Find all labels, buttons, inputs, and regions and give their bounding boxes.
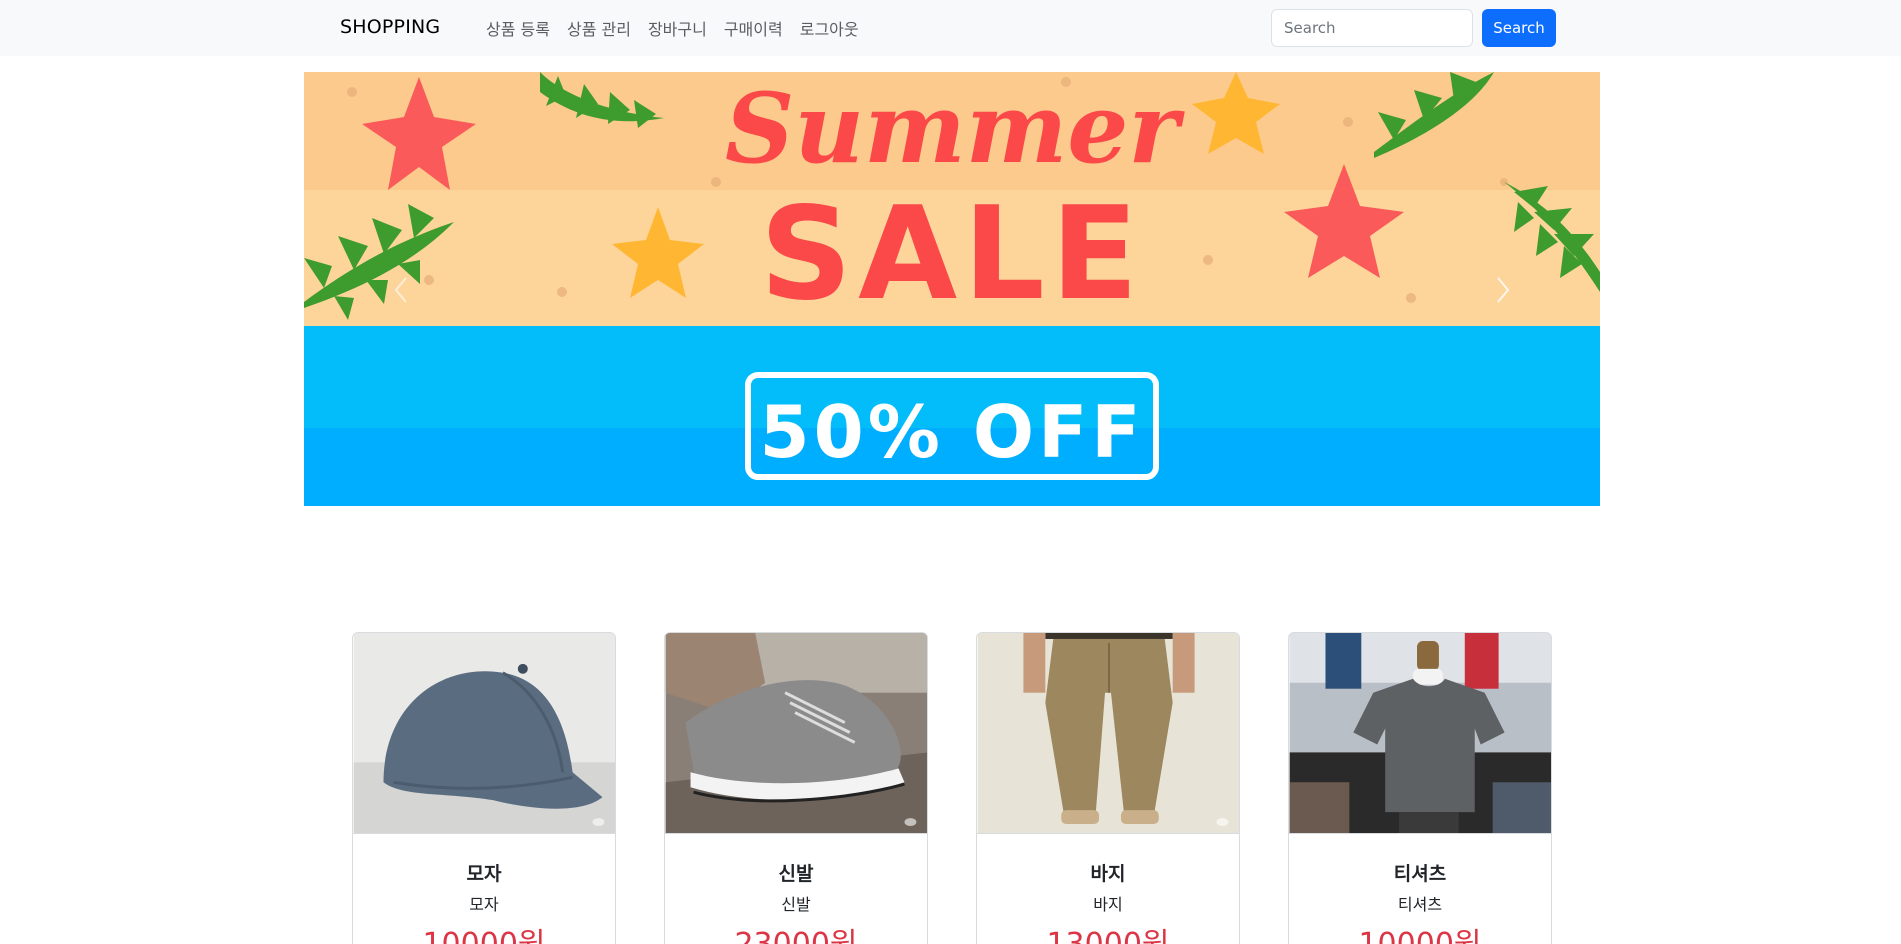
product-title: 티셔츠 [1393, 863, 1447, 885]
nav-link-logout[interactable]: 로그아웃 [800, 16, 859, 40]
nav-link-product-manage[interactable]: 상품 관리 [567, 16, 631, 40]
product-description: 티셔츠 [1397, 895, 1443, 914]
tshirt-image [1289, 633, 1551, 834]
product-card-shoes[interactable]: 신발 신발 23000원 [664, 632, 928, 944]
product-price: 23000원 [665, 919, 927, 944]
product-description: 바지 [1093, 895, 1123, 914]
product-title: 바지 [1090, 863, 1126, 885]
product-card-tshirt[interactable]: 티셔츠 티셔츠 10000원 [1288, 632, 1552, 944]
banner-image: Summer SALE 50% OFF [304, 72, 1600, 506]
nav-links: 상품 등록 상품 관리 장바구니 구매이력 로그아웃 [486, 16, 876, 40]
product-card-pants[interactable]: 바지 바지 13000원 [976, 632, 1240, 944]
carousel-prev-icon[interactable] [386, 270, 416, 310]
product-card-cap[interactable]: 모자 모자 10000원 [352, 632, 616, 944]
product-description: 모자 [469, 895, 499, 914]
summer-sale-banner: Summer SALE 50% OFF [304, 72, 1600, 506]
banner-sale-text: SALE [760, 180, 1144, 329]
pants-image [977, 633, 1239, 834]
banner-discount-text: 50% OFF [760, 390, 1145, 474]
nav-link-purchase-history[interactable]: 구매이력 [724, 16, 783, 40]
search-button[interactable]: Search [1482, 9, 1556, 47]
product-price: 10000원 [353, 919, 615, 944]
search-input[interactable] [1271, 9, 1473, 47]
shoes-image [665, 633, 927, 834]
product-title: 모자 [466, 863, 502, 885]
nav-link-product-register[interactable]: 상품 등록 [486, 16, 550, 40]
product-description: 신발 [781, 895, 811, 914]
nav-link-cart[interactable]: 장바구니 [648, 16, 707, 40]
banner-summer-text: Summer [725, 72, 1185, 185]
product-title: 신발 [778, 863, 814, 885]
product-price: 13000원 [977, 919, 1239, 944]
carousel-next-icon[interactable] [1488, 270, 1518, 310]
top-navbar: SHOPPING 상품 등록 상품 관리 장바구니 구매이력 로그아웃 Sear… [0, 0, 1901, 56]
product-price: 10000원 [1289, 919, 1551, 944]
cap-image [353, 633, 615, 834]
brand-logo-link[interactable]: SHOPPING [340, 16, 440, 38]
